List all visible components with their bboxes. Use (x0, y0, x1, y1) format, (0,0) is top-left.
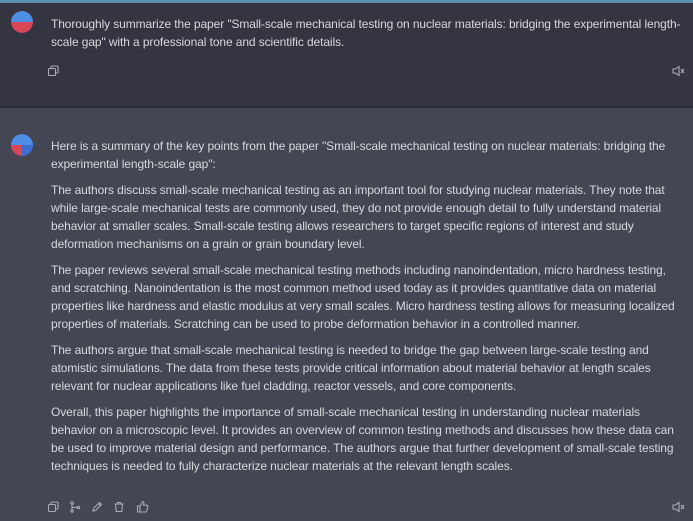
assistant-paragraph: The paper reviews several small-scale me… (51, 263, 675, 331)
copy-icon[interactable] (47, 501, 61, 515)
assistant-paragraph: The authors discuss small-scale mechanic… (51, 183, 665, 251)
user-message-text: Thoroughly summarize the paper "Small-sc… (51, 17, 681, 49)
thumbs-up-icon[interactable] (136, 500, 150, 514)
assistant-paragraph: The authors argue that small-scale mecha… (51, 343, 651, 393)
assistant-paragraph: Here is a summary of the key points from… (51, 139, 666, 171)
speaker-icon[interactable] (672, 65, 686, 79)
assistant-avatar-icon (11, 134, 33, 156)
trash-icon[interactable] (113, 501, 127, 515)
copy-icon[interactable] (47, 65, 61, 79)
pencil-icon[interactable] (91, 501, 105, 515)
assistant-message-text: Here is a summary of the key points from… (51, 137, 681, 483)
user-avatar-icon (11, 11, 33, 33)
assistant-paragraph: Overall, this paper highlights the impor… (51, 405, 674, 473)
assistant-message: Here is a summary of the key points from… (0, 108, 693, 521)
user-message: Thoroughly summarize the paper "Small-sc… (0, 3, 693, 106)
speaker-icon[interactable] (672, 501, 686, 515)
branch-icon[interactable] (69, 501, 83, 515)
chat-page: Thoroughly summarize the paper "Small-sc… (0, 0, 693, 521)
